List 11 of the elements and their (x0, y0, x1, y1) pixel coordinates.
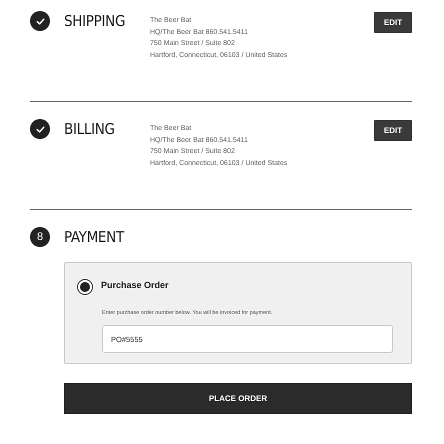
radio-button[interactable] (77, 279, 93, 295)
option-label: Purchase Order (101, 279, 169, 292)
section-title: SHIPPING (64, 11, 126, 32)
step-number: 8 (30, 227, 50, 247)
check-icon (30, 119, 50, 139)
section-title: PAYMENT (64, 227, 126, 248)
place-order-button[interactable]: PLACE ORDER (64, 383, 412, 414)
check-icon (30, 11, 50, 31)
edit-button[interactable]: EDIT (374, 120, 412, 141)
edit-button[interactable]: EDIT (374, 12, 412, 33)
section-title: BILLING (64, 119, 116, 140)
